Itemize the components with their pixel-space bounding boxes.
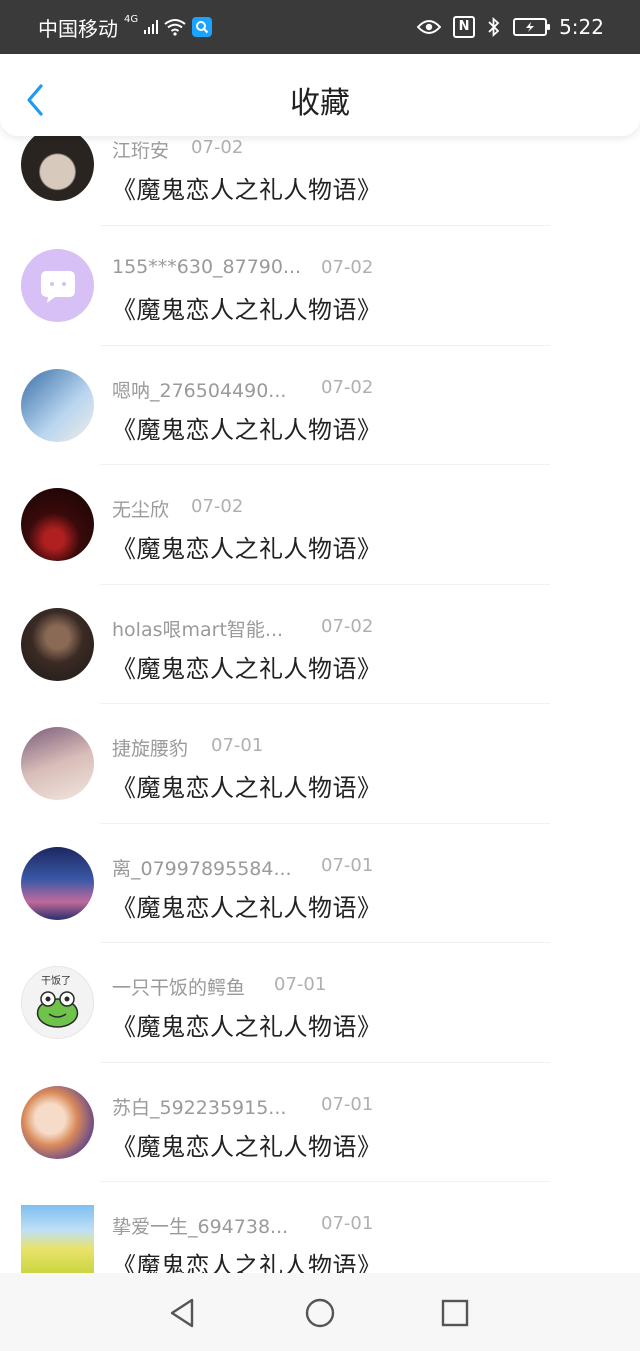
triangle-back-icon	[170, 1298, 194, 1328]
list-item[interactable]: 无尘欣 07-02 《魔鬼恋人之礼人物语》	[0, 465, 640, 585]
network-type: 4G	[124, 13, 139, 25]
avatar	[21, 128, 94, 201]
item-title: 《魔鬼恋人之礼人物语》	[112, 296, 382, 324]
item-date: 07-02	[321, 376, 374, 398]
bluetooth-icon	[488, 17, 500, 37]
list-item[interactable]: 嗯呐_276504490... 07-02 《魔鬼恋人之礼人物语》	[0, 346, 640, 465]
clock: 5:22	[559, 15, 604, 39]
list-item[interactable]: 干饭了 一只干饭的鳄鱼 07-01 《魔鬼恋人之礼人物语》	[0, 943, 640, 1063]
user-name: 155***630_87790...	[112, 256, 302, 278]
app-header: 收藏	[0, 54, 640, 136]
system-nav-bar	[0, 1273, 640, 1351]
list-item[interactable]: 离_07997895584... 07-01 《魔鬼恋人之礼人物语》	[0, 824, 640, 943]
battery-icon	[513, 18, 551, 36]
item-title: 《魔鬼恋人之礼人物语》	[112, 774, 382, 802]
nfc-icon: N	[453, 16, 476, 38]
user-name: 嗯呐_276504490...	[112, 379, 287, 402]
item-title: 《魔鬼恋人之礼人物语》	[112, 654, 382, 683]
user-name: 一只干饭的鳄鱼	[112, 977, 246, 999]
item-date: 07-02	[191, 137, 244, 158]
user-name: 无尘欣	[112, 499, 170, 521]
signal-icon	[144, 20, 159, 34]
item-date: 07-02	[191, 496, 244, 517]
list-item[interactable]: holas哏mart智能... 07-02 《魔鬼恋人之礼人物语》	[0, 585, 640, 704]
item-title: 《魔鬼恋人之礼人物语》	[112, 1013, 382, 1041]
user-name: 捷旋腰豹	[112, 738, 189, 760]
item-title: 《魔鬼恋人之礼人物语》	[112, 176, 382, 204]
avatar	[21, 727, 94, 800]
avatar	[21, 368, 94, 442]
square-recents-icon	[441, 1299, 469, 1327]
nav-back-button[interactable]	[162, 1293, 202, 1333]
avatar	[21, 488, 94, 561]
search-app-icon	[192, 17, 213, 37]
eye-icon	[417, 20, 442, 34]
status-bar: 中国移动 4G N 5:22	[0, 0, 640, 54]
avatar	[21, 1205, 94, 1278]
item-date: 07-01	[321, 1093, 374, 1115]
page-title: 收藏	[290, 86, 350, 121]
user-name: 苏白_592235915...	[112, 1096, 287, 1119]
item-title: 《魔鬼恋人之礼人物语》	[112, 1132, 382, 1161]
avatar-badge-text: 干饭了	[41, 976, 71, 987]
item-date: 07-02	[321, 615, 374, 637]
wifi-icon	[164, 19, 186, 36]
list-item[interactable]: 155***630_87790... 07-02 《魔鬼恋人之礼人物语》	[0, 226, 640, 346]
item-date: 07-02	[321, 257, 374, 278]
carrier-label: 中国移动	[38, 16, 118, 41]
user-name: 挚爱一生_694738...	[112, 1216, 289, 1238]
item-title: 《魔鬼恋人之礼人物语》	[112, 535, 382, 563]
avatar	[21, 607, 94, 681]
avatar	[21, 249, 94, 322]
avatar	[21, 846, 94, 920]
list-item[interactable]: 苏白_592235915... 07-01 《魔鬼恋人之礼人物语》	[0, 1063, 640, 1182]
item-date: 07-01	[321, 1213, 374, 1234]
item-date: 07-01	[274, 974, 327, 995]
avatar	[21, 1085, 94, 1159]
item-date: 07-01	[321, 854, 374, 876]
item-title: 《魔鬼恋人之礼人物语》	[112, 415, 382, 444]
circle-home-icon	[305, 1298, 335, 1328]
list-item[interactable]: 江珩安 07-02 《魔鬼恋人之礼人物语》	[0, 128, 640, 226]
nav-recents-button[interactable]	[435, 1293, 475, 1333]
user-name: 离_07997895584...	[112, 857, 292, 880]
user-name: holas哏mart智能...	[112, 618, 284, 641]
item-title: 《魔鬼恋人之礼人物语》	[112, 893, 382, 922]
user-name: 江珩安	[112, 140, 170, 162]
item-date: 07-01	[211, 735, 264, 756]
nav-home-button[interactable]	[300, 1293, 340, 1333]
list-item[interactable]: 捷旋腰豹 07-01 《魔鬼恋人之礼人物语》	[0, 704, 640, 824]
favorites-list: 江珩安 07-02 《魔鬼恋人之礼人物语》 155***630_87790...…	[0, 128, 640, 1302]
